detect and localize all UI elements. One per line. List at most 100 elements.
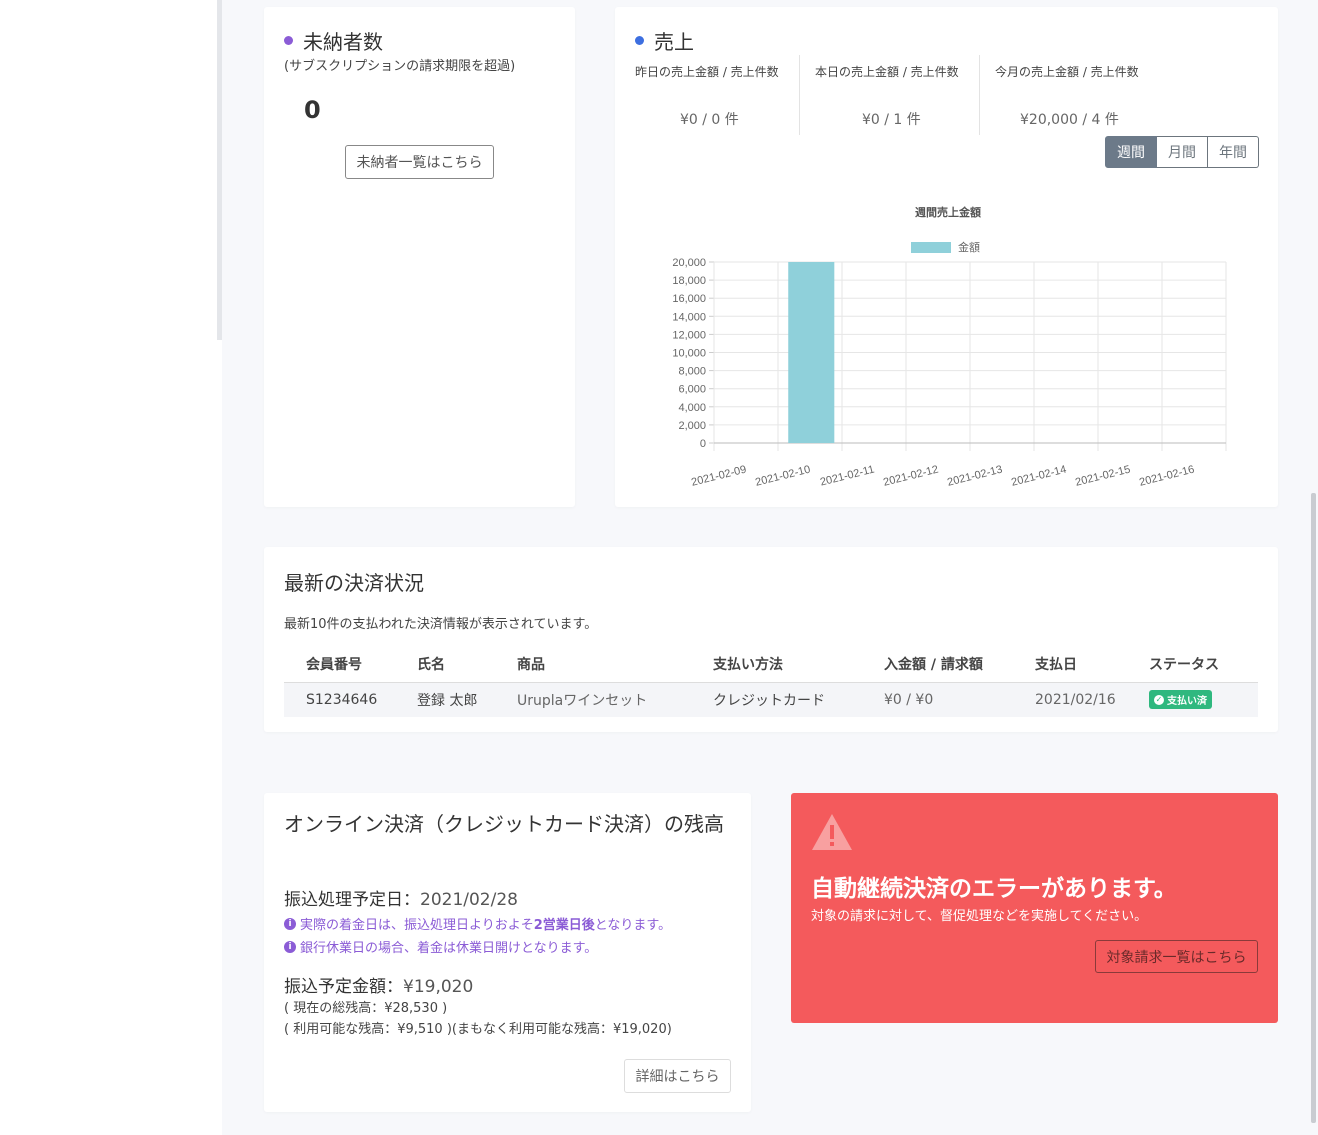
total-balance: ( 現在の総残高：¥28,530 ) bbox=[284, 1001, 448, 1016]
purple-dot-icon bbox=[284, 36, 293, 45]
unpaid-list-button[interactable]: 未納者一覧はこちら bbox=[345, 145, 494, 179]
column-product: 商品 bbox=[495, 647, 691, 683]
stat-divider bbox=[979, 55, 980, 135]
balance-title: オンライン決済（クレジットカード決済）の残高 bbox=[284, 812, 724, 836]
x-tick-label: 2021-02-15 bbox=[1074, 464, 1132, 489]
check-circle-icon: ✓ bbox=[1154, 694, 1164, 705]
unpaid-subtitle: (サブスクリプションの請求期限を超過) bbox=[284, 59, 516, 74]
cell-member-id: S1234646 bbox=[284, 682, 395, 717]
y-tick-label: 14,000 bbox=[672, 311, 706, 323]
y-tick-label: 20,000 bbox=[672, 257, 706, 269]
blue-dot-icon bbox=[635, 36, 644, 45]
cell-date: 2021/02/16 bbox=[1013, 682, 1127, 717]
y-tick-label: 2,000 bbox=[678, 420, 706, 432]
y-tick-label: 8,000 bbox=[678, 366, 706, 378]
payments-description: 最新10件の支払われた決済情報が表示されています。 bbox=[284, 617, 598, 632]
balance-notes: i 実際の着金日は、振込処理日よりおよそ 2営業日後 となります。 i 銀行休業日の… bbox=[284, 914, 671, 960]
legend-label: 金額 bbox=[958, 240, 980, 254]
y-tick-label: 0 bbox=[700, 438, 706, 450]
unpaid-card: 未納者数 (サブスクリプションの請求期限を超過) 0 未納者一覧はこちら bbox=[264, 7, 575, 507]
sales-chart: 週間売上金額金額 0 2,000 4,000 6,000 8,000 10,000 12,00… bbox=[672, 205, 1227, 489]
note1-post: となります。 bbox=[594, 918, 672, 933]
unpaid-title: 未納者数 bbox=[284, 26, 383, 55]
payments-title: 最新の決済状況 bbox=[284, 571, 424, 595]
warning-icon bbox=[812, 814, 852, 850]
y-tick-label: 18,000 bbox=[672, 275, 706, 287]
cell-product: Uruplaワインセット bbox=[495, 682, 691, 717]
transfer-amount-value: ¥19,020 bbox=[403, 977, 474, 997]
legend-swatch bbox=[911, 242, 951, 253]
sales-title-text: 売上 bbox=[654, 30, 694, 54]
info-note-1: i 実際の着金日は、振込処理日よりおよそ 2営業日後 となります。 bbox=[284, 914, 671, 933]
table-header-row: 会員番号 氏名 商品 支払い方法 入金額 / 請求額 支払日 ステータス bbox=[284, 647, 1258, 683]
stat-month: 今月の売上金額 / 売上件数 ¥20,000 / 4 件 bbox=[995, 63, 1175, 143]
stat-today-label: 本日の売上金額 / 売上件数 bbox=[815, 65, 959, 79]
y-tick-label: 4,000 bbox=[678, 402, 706, 414]
payments-card: 最新の決済状況 最新10件の支払われた決済情報が表示されています。 会員番号 氏… bbox=[264, 547, 1278, 732]
payments-table: 会員番号 氏名 商品 支払い方法 入金額 / 請求額 支払日 ステータス S12… bbox=[284, 647, 1258, 717]
y-tick-label: 6,000 bbox=[678, 384, 706, 396]
stat-yesterday-value: ¥0 / 0 件 bbox=[680, 112, 739, 128]
sales-card: 売上 昨日の売上金額 / 売上件数 ¥0 / 0 件 本日の売上金額 / 売上件… bbox=[615, 7, 1278, 507]
x-tick-label: 2021-02-14 bbox=[1010, 464, 1068, 489]
stat-yesterday: 昨日の売上金額 / 売上件数 ¥0 / 0 件 bbox=[635, 63, 800, 143]
period-weekly-button[interactable]: 週間 bbox=[1105, 136, 1157, 168]
transfer-amount: 振込予定金額：¥19,020 bbox=[284, 972, 473, 997]
info-note-2: i 銀行休業日の場合、着金は休業日開けとなります。 bbox=[284, 937, 671, 956]
x-tick-label: 2021-02-09 bbox=[690, 464, 748, 489]
y-tick-label: 12,000 bbox=[672, 329, 706, 341]
status-badge-text: 支払い済 bbox=[1167, 696, 1207, 708]
y-tick-label: 16,000 bbox=[672, 293, 706, 305]
note1-bold: 2営業日後 bbox=[533, 918, 595, 933]
transfer-date-label: 振込処理予定日： bbox=[284, 890, 420, 910]
error-list-button[interactable]: 対象請求一覧はこちら bbox=[1095, 940, 1258, 973]
stat-month-label: 今月の売上金額 / 売上件数 bbox=[995, 65, 1139, 79]
status-badge: ✓ 支払い済 bbox=[1149, 690, 1212, 710]
x-tick-label: 2021-02-13 bbox=[946, 464, 1004, 489]
page-scrollbar[interactable] bbox=[1311, 493, 1316, 1123]
sidebar-scrollbar[interactable] bbox=[217, 0, 222, 340]
cell-method: クレジットカード bbox=[691, 682, 862, 717]
cell-status: ✓ 支払い済 bbox=[1127, 682, 1258, 717]
x-tick-label: 2021-02-12 bbox=[882, 464, 940, 489]
stat-divider bbox=[799, 55, 800, 135]
info-icon: i bbox=[284, 940, 296, 953]
period-monthly-button[interactable]: 月間 bbox=[1157, 136, 1208, 168]
x-tick-label: 2021-02-11 bbox=[819, 464, 876, 489]
stat-yesterday-label: 昨日の売上金額 / 売上件数 bbox=[635, 65, 779, 79]
y-tick-label: 10,000 bbox=[672, 348, 706, 360]
table-row[interactable]: S1234646 登録 太郎 Uruplaワインセット クレジットカード ¥0 … bbox=[284, 682, 1258, 717]
sidebar bbox=[0, 0, 222, 1135]
column-date: 支払日 bbox=[1013, 647, 1127, 683]
transfer-amount-label: 振込予定金額： bbox=[284, 977, 403, 997]
column-amount: 入金額 / 請求額 bbox=[862, 647, 1013, 683]
column-method: 支払い方法 bbox=[691, 647, 862, 683]
unpaid-title-text: 未納者数 bbox=[303, 30, 383, 54]
transfer-date: 振込処理予定日：2021/02/28 bbox=[284, 885, 518, 910]
sales-title: 売上 bbox=[635, 26, 694, 55]
cell-name: 登録 太郎 bbox=[395, 682, 495, 717]
bar bbox=[788, 262, 835, 443]
note1-pre: 実際の着金日は、振込処理日よりおよそ bbox=[300, 918, 534, 933]
column-status: ステータス bbox=[1127, 647, 1258, 683]
stat-month-value: ¥20,000 / 4 件 bbox=[1020, 112, 1119, 128]
info-icon: i bbox=[284, 917, 296, 930]
error-title: 自動継続決済のエラーがあります。 bbox=[811, 876, 1177, 902]
balance-card: オンライン決済（クレジットカード決済）の残高 振込処理予定日：2021/02/2… bbox=[264, 793, 751, 1112]
stat-today-value: ¥0 / 1 件 bbox=[862, 112, 921, 128]
cell-amount: ¥0 / ¥0 bbox=[862, 682, 1013, 717]
period-yearly-button[interactable]: 年間 bbox=[1208, 136, 1259, 168]
x-tick-label: 2021-02-16 bbox=[1138, 464, 1196, 489]
error-message: 対象の請求に対して、督促処理などを実施してください。 bbox=[811, 909, 1148, 924]
period-toggle: 週間 月間 年間 bbox=[1105, 136, 1259, 168]
error-card: 自動継続決済のエラーがあります。 対象の請求に対して、督促処理などを実施してくだ… bbox=[791, 793, 1278, 1023]
column-name: 氏名 bbox=[395, 647, 495, 683]
transfer-date-value: 2021/02/28 bbox=[420, 890, 518, 910]
note2-text: 銀行休業日の場合、着金は休業日開けとなります。 bbox=[300, 941, 598, 956]
chart-title: 週間売上金額 bbox=[915, 205, 981, 219]
column-member-id: 会員番号 bbox=[284, 647, 395, 683]
detail-button[interactable]: 詳細はこちら bbox=[624, 1059, 731, 1093]
stat-today: 本日の売上金額 / 売上件数 ¥0 / 1 件 bbox=[815, 63, 980, 143]
x-tick-label: 2021-02-10 bbox=[754, 464, 812, 489]
available-balance: ( 利用可能な残高：¥9,510 )(まもなく利用可能な残高：¥19,020) bbox=[284, 1022, 672, 1037]
